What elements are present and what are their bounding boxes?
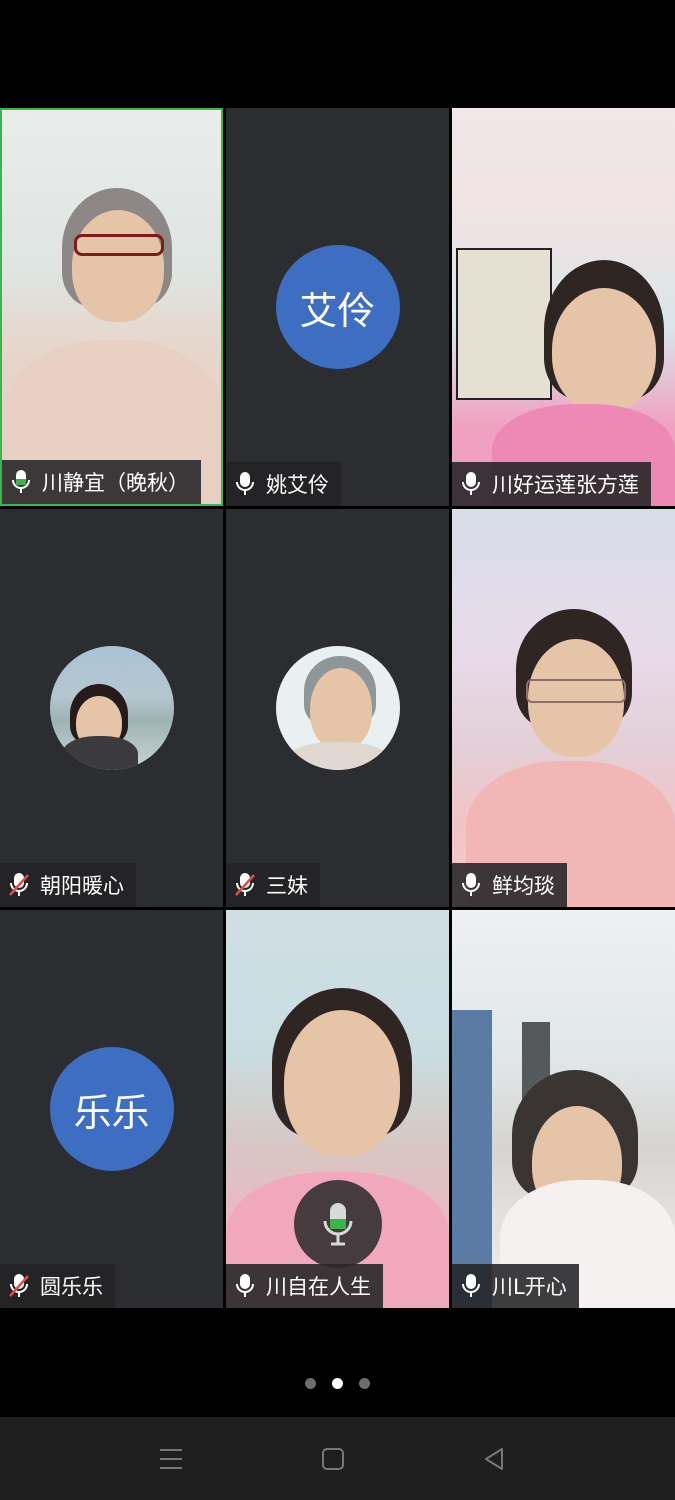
microphone-icon xyxy=(236,472,254,495)
participant-tile-2[interactable]: 艾伶 姚艾伶 xyxy=(226,108,449,506)
home-button[interactable] xyxy=(311,1437,355,1481)
back-icon xyxy=(485,1448,503,1470)
microphone-icon xyxy=(462,472,480,495)
system-navigation-bar xyxy=(0,1417,675,1500)
participant-name: 圆乐乐 xyxy=(40,1275,103,1299)
participant-tile-6[interactable]: 鲜均琰 xyxy=(452,509,675,907)
menu-icon xyxy=(160,1449,182,1469)
participant-name-tag: 三妹 xyxy=(226,863,320,907)
participant-name: 朝阳暖心 xyxy=(40,874,124,898)
participant-tile-7[interactable]: 乐乐 圆乐乐 xyxy=(0,910,223,1308)
participant-tile-5[interactable]: 三妹 xyxy=(226,509,449,907)
participant-name-tag: 朝阳暖心 xyxy=(0,863,136,907)
participant-name: 姚艾伶 xyxy=(266,473,329,497)
menu-button[interactable] xyxy=(149,1437,193,1481)
participant-name-tag: 川好运莲张方莲 xyxy=(452,462,651,506)
page-indicator[interactable] xyxy=(0,1378,675,1389)
microphone-muted-icon xyxy=(9,1274,29,1297)
participant-tile-1[interactable]: 川静宜（晚秋） xyxy=(0,108,223,506)
microphone-muted-icon xyxy=(9,873,29,896)
home-icon xyxy=(322,1448,344,1470)
participant-video xyxy=(452,910,675,1308)
microphone-muted-icon xyxy=(235,873,255,896)
page-dot-2[interactable] xyxy=(332,1378,343,1389)
participant-name: 鲜均琰 xyxy=(492,874,555,898)
microphone-icon xyxy=(236,1274,254,1297)
back-button[interactable] xyxy=(472,1437,516,1481)
profile-avatar xyxy=(49,646,174,770)
participant-name-tag: 川L开心 xyxy=(452,1264,579,1308)
microphone-toggle-button[interactable] xyxy=(294,1180,382,1268)
participant-name: 川好运莲张方莲 xyxy=(492,473,639,497)
participant-name-tag: 鲜均琰 xyxy=(452,863,567,907)
microphone-icon xyxy=(462,1274,480,1297)
participant-video xyxy=(452,509,675,907)
participant-tile-9[interactable]: 川L开心 xyxy=(452,910,675,1308)
avatar-initials: 艾伶 xyxy=(275,245,400,369)
video-grid: 川静宜（晚秋） 艾伶 姚艾伶 川好运莲张方莲 朝阳暖心 三妹 鲜均琰 乐乐 圆乐… xyxy=(0,108,675,1308)
participant-video xyxy=(2,110,221,504)
microphone-icon xyxy=(323,1203,353,1246)
participant-tile-4[interactable]: 朝阳暖心 xyxy=(0,509,223,907)
page-dot-1[interactable] xyxy=(305,1378,316,1389)
profile-avatar xyxy=(275,646,400,770)
participant-name-tag: 姚艾伶 xyxy=(226,462,341,506)
participant-name: 川自在人生 xyxy=(266,1275,371,1299)
participant-name: 川L开心 xyxy=(492,1275,567,1299)
avatar-initials: 乐乐 xyxy=(49,1047,174,1171)
participant-name: 三妹 xyxy=(266,874,308,898)
participant-name-tag: 川静宜（晚秋） xyxy=(2,460,201,504)
participant-name-tag: 川自在人生 xyxy=(226,1264,383,1308)
participant-name: 川静宜（晚秋） xyxy=(42,471,189,495)
microphone-icon xyxy=(462,873,480,896)
microphone-icon xyxy=(12,470,30,493)
participant-tile-3[interactable]: 川好运莲张方莲 xyxy=(452,108,675,506)
page-dot-3[interactable] xyxy=(359,1378,370,1389)
participant-name-tag: 圆乐乐 xyxy=(0,1264,115,1308)
participant-video xyxy=(452,108,675,506)
